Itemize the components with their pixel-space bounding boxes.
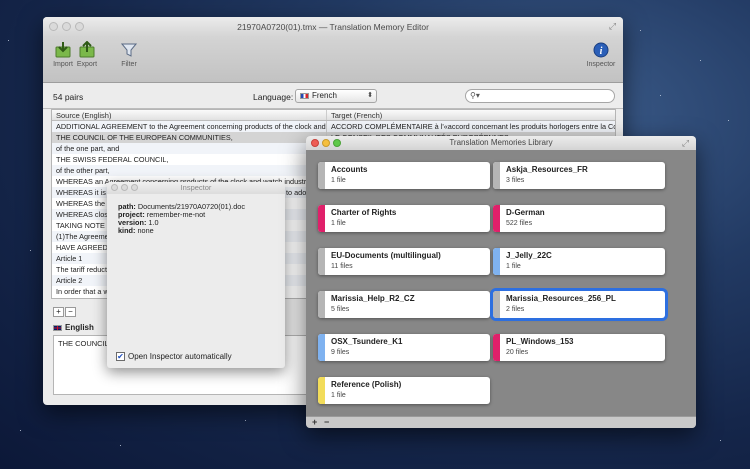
memory-name: PL_Windows_153 <box>506 337 574 346</box>
memory-card[interactable]: Marissia_Help_R2_CZ 5 files <box>318 291 490 318</box>
memory-file-count: 1 file <box>506 263 521 270</box>
open-inspector-checkbox[interactable]: ✔ Open Inspector automatically <box>116 352 232 361</box>
color-label-stripe <box>318 205 325 232</box>
filter-icon <box>113 39 145 61</box>
filter-bar: 54 pairs Language: French ⬍ ⚲▾ <box>43 84 623 109</box>
memory-file-count: 5 files <box>331 306 350 313</box>
memory-card[interactable]: Askja_Resources_FR 3 files <box>493 162 665 189</box>
target-cell: ACCORD COMPLÉMENTAIRE à l'«accord concer… <box>331 122 615 131</box>
inspector-title: Inspector <box>180 183 212 192</box>
inspector-minimize-button[interactable] <box>121 184 128 191</box>
memory-file-count: 9 files <box>331 349 350 356</box>
inspector-zoom-button[interactable] <box>131 184 138 191</box>
source-language-label: English <box>53 323 94 332</box>
memory-card[interactable]: Reference (Polish) 1 file <box>318 377 490 404</box>
memory-file-count: 1 file <box>331 177 346 184</box>
library-fullscreen-icon[interactable]: ⤢ <box>681 139 690 148</box>
memory-file-count: 1 file <box>331 220 346 227</box>
color-label-stripe <box>493 291 500 318</box>
memory-card[interactable]: J_Jelly_22C 1 file <box>493 248 665 275</box>
add-memory-button[interactable]: + <box>312 417 317 428</box>
window-title: 21970A0720(01).tmx — Translation Memory … <box>237 22 429 32</box>
memory-name: Marissia_Help_R2_CZ <box>331 294 415 303</box>
add-pair-button[interactable]: + <box>53 307 64 317</box>
memory-card[interactable]: Charter of Rights 1 file <box>318 205 490 232</box>
memory-name: Askja_Resources_FR <box>506 165 588 174</box>
memory-name: Charter of Rights <box>331 208 397 217</box>
library-footer: + − <box>306 416 696 428</box>
zoom-button[interactable] <box>75 22 84 31</box>
memory-name: OSX_Tsundere_K1 <box>331 337 403 346</box>
chevron-updown-icon: ⬍ <box>367 92 373 99</box>
library-titlebar[interactable]: Translation Memories Library ⤢ <box>306 136 696 150</box>
language-label: Language: <box>253 92 294 102</box>
color-label-stripe <box>318 334 325 361</box>
search-input[interactable]: ⚲▾ <box>465 89 615 103</box>
pairs-count: 54 pairs <box>53 92 84 102</box>
library-zoom-button[interactable] <box>333 139 341 147</box>
memory-card[interactable]: D-German 522 files <box>493 205 665 232</box>
info-icon: i <box>585 39 617 61</box>
search-icon: ⚲▾ <box>470 91 480 100</box>
memory-card[interactable]: PL_Windows_153 20 files <box>493 334 665 361</box>
minimize-button[interactable] <box>62 22 71 31</box>
color-label-stripe <box>318 248 325 275</box>
color-label-stripe <box>493 162 500 189</box>
checkmark-icon: ✔ <box>116 352 125 361</box>
svg-text:i: i <box>600 46 603 57</box>
memory-name: EU-Documents (multilingual) <box>331 251 441 260</box>
remove-pair-button[interactable]: − <box>65 307 76 317</box>
source-cell: of the one part, and <box>52 143 327 154</box>
export-icon <box>71 39 103 61</box>
source-cell: ADDITIONAL AGREEMENT to the Agreement co… <box>52 121 327 132</box>
export-button[interactable]: Export <box>71 39 103 68</box>
memory-file-count: 522 files <box>506 220 533 227</box>
inspector-kind: kind: none <box>118 226 154 235</box>
color-label-stripe <box>493 248 500 275</box>
filter-button[interactable]: Filter <box>113 39 145 68</box>
toolbar: Import Export Filter i Inspector <box>43 37 623 83</box>
source-cell: of the other part, <box>52 165 327 176</box>
inspector-titlebar[interactable]: Inspector <box>107 182 285 194</box>
inspector-panel: Inspector path: Documents/21970A0720(01)… <box>107 182 285 368</box>
color-label-stripe <box>318 291 325 318</box>
memory-name: Accounts <box>331 165 368 174</box>
memory-name: D-German <box>506 208 545 217</box>
memory-card[interactable]: Accounts 1 file <box>318 162 490 189</box>
library-close-button[interactable] <box>311 139 319 147</box>
language-select[interactable]: French ⬍ <box>295 89 377 103</box>
inspector-close-button[interactable] <box>111 184 118 191</box>
color-label-stripe <box>493 334 500 361</box>
memory-name: J_Jelly_22C <box>506 251 552 260</box>
remove-memory-button[interactable]: − <box>324 417 329 428</box>
memory-file-count: 3 files <box>506 177 525 184</box>
close-button[interactable] <box>49 22 58 31</box>
color-label-stripe <box>318 377 325 404</box>
uk-flag-icon <box>53 324 62 331</box>
memory-file-count: 2 files <box>506 306 525 313</box>
column-header-target[interactable]: Target (French) <box>327 110 615 120</box>
library-minimize-button[interactable] <box>322 139 330 147</box>
editor-titlebar[interactable]: 21970A0720(01).tmx — Translation Memory … <box>43 17 623 37</box>
library-title: Translation Memories Library <box>449 138 553 147</box>
memory-name: Marissia_Resources_256_PL <box>506 294 616 303</box>
column-header-source[interactable]: Source (English) <box>52 110 327 120</box>
memory-file-count: 11 files <box>331 263 353 270</box>
source-cell: THE SWISS FEDERAL COUNCIL, <box>52 154 327 165</box>
memory-card[interactable]: Marissia_Resources_256_PL 2 files <box>493 291 665 318</box>
france-flag-icon <box>300 92 309 99</box>
memory-card[interactable]: OSX_Tsundere_K1 9 files <box>318 334 490 361</box>
table-header: Source (English) Target (French) <box>52 110 615 121</box>
memory-file-count: 1 file <box>331 392 346 399</box>
memory-file-count: 20 files <box>506 349 529 356</box>
memory-name: Reference (Polish) <box>331 380 402 389</box>
source-cell: THE COUNCIL OF THE EUROPEAN COMMUNITIES, <box>52 132 327 143</box>
color-label-stripe <box>318 162 325 189</box>
inspector-button[interactable]: i Inspector <box>585 39 617 68</box>
fullscreen-icon[interactable]: ⤢ <box>608 22 617 31</box>
table-row[interactable]: ADDITIONAL AGREEMENT to the Agreement co… <box>52 121 615 132</box>
color-label-stripe <box>493 205 500 232</box>
memory-card[interactable]: EU-Documents (multilingual) 11 files <box>318 248 490 275</box>
library-window: Translation Memories Library ⤢ Accounts 1… <box>306 136 696 428</box>
